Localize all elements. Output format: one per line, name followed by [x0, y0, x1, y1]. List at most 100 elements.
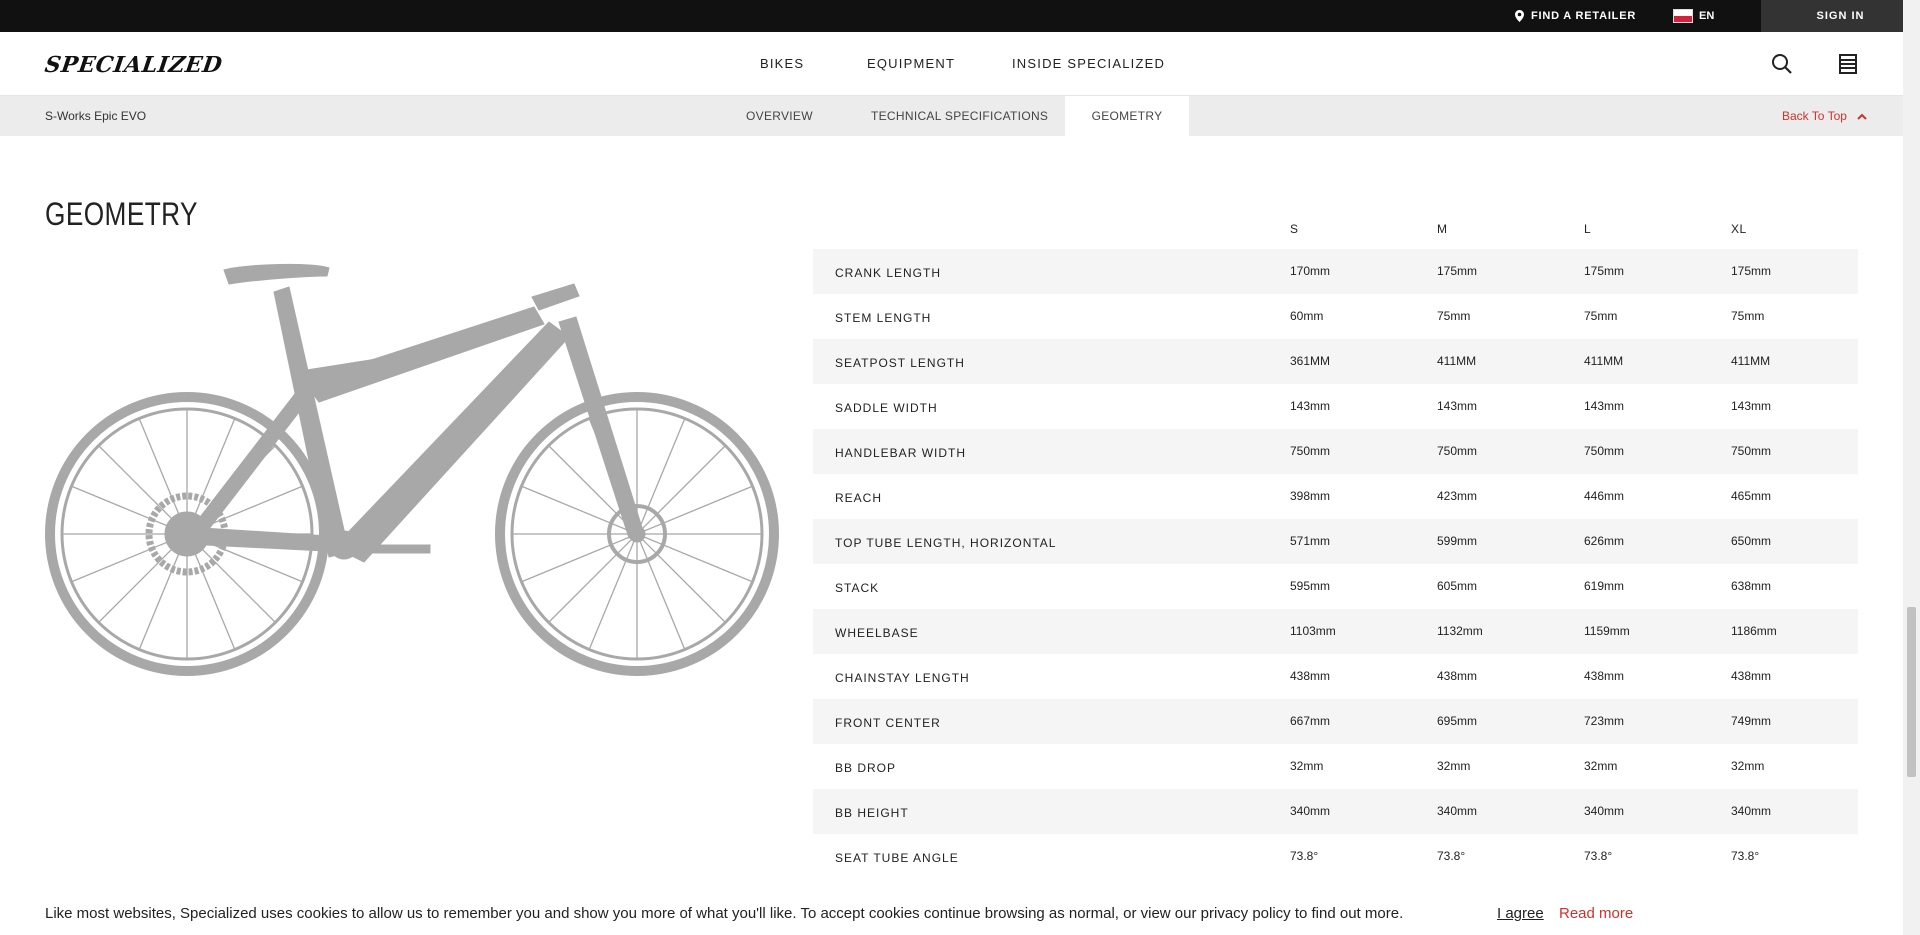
- row-label: BB HEIGHT: [835, 806, 909, 820]
- geometry-title: GEOMETRY: [45, 196, 198, 232]
- row-value: 750mm: [1731, 444, 1772, 458]
- row-value: 695mm: [1437, 714, 1478, 728]
- bike-silhouette-icon: [45, 263, 779, 676]
- row-value: 438mm: [1290, 669, 1331, 683]
- utility-bar: FIND A RETAILER EN SIGN IN: [0, 0, 1920, 32]
- page-scrollbar[interactable]: [1903, 0, 1920, 935]
- row-label: SEATPOST LENGTH: [835, 356, 965, 370]
- tab-overview[interactable]: OVERVIEW: [746, 96, 813, 136]
- table-row: TOP TUBE LENGTH, HORIZONTAL 571mm 599mm 626…: [813, 519, 1858, 564]
- row-value: 571mm: [1290, 534, 1331, 548]
- table-header: S M L XL: [813, 206, 1858, 249]
- row-value: 411MM: [1731, 354, 1771, 368]
- row-value: 75mm: [1584, 309, 1618, 323]
- language-selector[interactable]: EN: [1673, 0, 1714, 32]
- product-name: S-Works Epic EVO: [45, 109, 147, 123]
- sign-in-button[interactable]: SIGN IN: [1761, 0, 1920, 32]
- row-value: 73.8°: [1731, 849, 1760, 863]
- row-value: 750mm: [1290, 444, 1331, 458]
- row-value: 361MM: [1290, 354, 1331, 368]
- row-value: 32mm: [1731, 759, 1765, 773]
- row-value: 60mm: [1290, 309, 1324, 323]
- cookie-text: Like most websites, Specialized uses coo…: [45, 905, 1404, 922]
- row-value: 143mm: [1290, 399, 1331, 413]
- nav-equipment[interactable]: EQUIPMENT: [867, 56, 955, 71]
- table-row: STACK 595mm 605mm 619mm 638mm: [813, 564, 1858, 609]
- row-label: TOP TUBE LENGTH, HORIZONTAL: [835, 536, 1057, 550]
- menu-icon[interactable]: [1836, 52, 1860, 76]
- table-row: BB HEIGHT 340mm 340mm 340mm 340mm: [813, 789, 1858, 834]
- row-value: 750mm: [1584, 444, 1625, 458]
- chevron-up-icon: [1857, 113, 1867, 120]
- row-value: 175mm: [1584, 264, 1625, 278]
- location-pin-icon: [1515, 10, 1524, 22]
- row-value: 175mm: [1437, 264, 1478, 278]
- scrollbar-thumb[interactable]: [1907, 607, 1916, 777]
- table-row: SEATPOST LENGTH 361MM 411MM 411MM 411MM: [813, 339, 1858, 384]
- row-label: WHEELBASE: [835, 626, 919, 640]
- row-label: SADDLE WIDTH: [835, 401, 938, 415]
- table-row: CHAINSTAY LENGTH 438mm 438mm 438mm 438mm: [813, 654, 1858, 699]
- row-value: 749mm: [1731, 714, 1772, 728]
- row-value: 638mm: [1731, 579, 1772, 593]
- row-value: 143mm: [1731, 399, 1772, 413]
- row-value: 619mm: [1584, 579, 1625, 593]
- row-value: 626mm: [1584, 534, 1625, 548]
- row-value: 411MM: [1437, 354, 1477, 368]
- tab-technical-specifications[interactable]: TECHNICAL SPECIFICATIONS: [871, 96, 1048, 136]
- row-label: CRANK LENGTH: [835, 266, 942, 280]
- row-value: 340mm: [1290, 804, 1331, 818]
- size-header-s: S: [1290, 222, 1299, 236]
- row-value: 423mm: [1437, 489, 1478, 503]
- nav-inside-specialized[interactable]: INSIDE SPECIALIZED: [1012, 56, 1165, 71]
- row-value: 650mm: [1731, 534, 1772, 548]
- geometry-table: S M L XL CRANK LENGTH 170mm 175mm 175mm 175m…: [813, 206, 1858, 879]
- row-value: 1103mm: [1290, 624, 1336, 638]
- find-retailer-label: FIND A RETAILER: [1531, 10, 1637, 22]
- row-value: 599mm: [1437, 534, 1478, 548]
- cookie-agree-link[interactable]: I agree: [1497, 905, 1544, 922]
- row-value: 340mm: [1437, 804, 1478, 818]
- row-value: 32mm: [1584, 759, 1618, 773]
- row-label: SEAT TUBE ANGLE: [835, 851, 959, 865]
- row-value: 32mm: [1290, 759, 1324, 773]
- find-retailer-link[interactable]: FIND A RETAILER: [1515, 0, 1636, 32]
- table-row: SEAT TUBE ANGLE 73.8° 73.8° 73.8° 73.8°: [813, 834, 1858, 879]
- row-value: 446mm: [1584, 489, 1625, 503]
- row-value: 75mm: [1437, 309, 1471, 323]
- language-label: EN: [1699, 10, 1715, 22]
- tab-geometry[interactable]: GEOMETRY: [1065, 96, 1189, 136]
- row-value: 750mm: [1437, 444, 1478, 458]
- row-value: 73.8°: [1290, 849, 1319, 863]
- row-value: 1159mm: [1584, 624, 1630, 638]
- search-icon[interactable]: [1770, 52, 1794, 76]
- row-value: 1186mm: [1731, 624, 1777, 638]
- table-row: CRANK LENGTH 170mm 175mm 175mm 175mm: [813, 249, 1858, 294]
- main-header: SPECIALIZED BIKES EQUIPMENT INSIDE SPECI…: [0, 32, 1920, 96]
- size-header-xl: XL: [1731, 222, 1747, 236]
- row-value: 340mm: [1584, 804, 1625, 818]
- row-value: 465mm: [1731, 489, 1772, 503]
- row-value: 340mm: [1731, 804, 1772, 818]
- table-row: REACH 398mm 423mm 446mm 465mm: [813, 474, 1858, 519]
- row-value: 723mm: [1584, 714, 1625, 728]
- nav-bikes[interactable]: BIKES: [760, 56, 804, 71]
- row-label: FRONT CENTER: [835, 716, 941, 730]
- row-value: 170mm: [1290, 264, 1331, 278]
- row-value: 143mm: [1584, 399, 1625, 413]
- row-value: 73.8°: [1584, 849, 1613, 863]
- sign-in-label: SIGN IN: [1816, 10, 1865, 22]
- row-value: 75mm: [1731, 309, 1765, 323]
- back-to-top-link[interactable]: Back To Top: [1782, 109, 1867, 123]
- table-row: BB DROP 32mm 32mm 32mm 32mm: [813, 744, 1858, 789]
- table-row: HANDLEBAR WIDTH 750mm 750mm 750mm 750mm: [813, 429, 1858, 474]
- cookie-banner: Like most websites, Specialized uses coo…: [0, 889, 1903, 935]
- size-header-m: M: [1437, 222, 1448, 236]
- product-subnav: S-Works Epic EVO OVERVIEW TECHNICAL SPEC…: [0, 96, 1920, 136]
- row-value: 605mm: [1437, 579, 1478, 593]
- cookie-read-more-link[interactable]: Read more: [1559, 905, 1633, 922]
- row-value: 1132mm: [1437, 624, 1483, 638]
- row-value: 143mm: [1437, 399, 1478, 413]
- flag-icon: [1673, 9, 1693, 23]
- row-label: STACK: [835, 581, 880, 595]
